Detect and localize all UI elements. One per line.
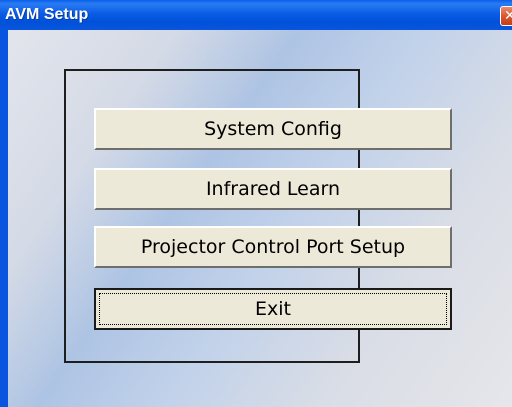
close-button[interactable]: ✕ [500,6,512,26]
infrared-learn-label: Infrared Learn [205,178,341,200]
focus-indicator [99,293,447,325]
exit-button[interactable]: Exit [94,288,452,330]
system-config-label: System Config [204,118,342,140]
window-title: AVM Setup [5,6,89,23]
close-icon: ✕ [504,8,512,24]
projector-control-port-setup-button[interactable]: Projector Control Port Setup [94,226,452,268]
projector-control-port-setup-label: Projector Control Port Setup [140,236,406,258]
title-bar[interactable]: AVM Setup ✕ [0,0,512,30]
system-config-button[interactable]: System Config [94,108,452,150]
avm-setup-window: AVM Setup ✕ System Config Infrared Learn… [0,0,512,407]
infrared-learn-button[interactable]: Infrared Learn [94,168,452,210]
dialog-body: System Config Infrared Learn Projector C… [8,30,512,407]
